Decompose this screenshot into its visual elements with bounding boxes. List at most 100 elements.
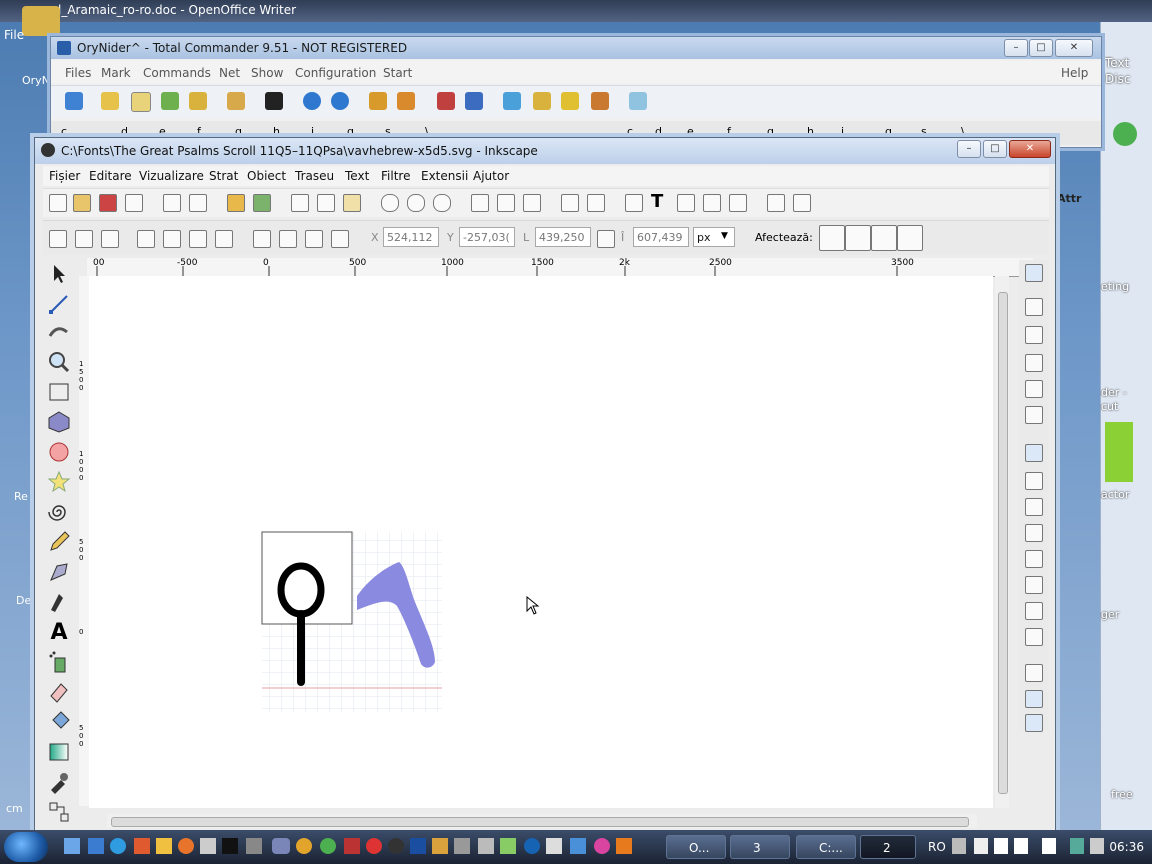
raise-icon[interactable] — [305, 230, 323, 248]
height-field[interactable]: 607,439 — [633, 227, 689, 247]
rotate-ccw-icon[interactable] — [137, 230, 155, 248]
app-icon[interactable] — [1113, 122, 1137, 146]
close-button[interactable]: ✕ — [1055, 39, 1093, 57]
search-icon[interactable] — [503, 92, 521, 110]
tray-icon[interactable] — [952, 838, 966, 854]
open-icon[interactable] — [73, 194, 91, 212]
app-icon[interactable] — [344, 838, 360, 854]
app-icon[interactable] — [200, 838, 216, 854]
raise-top-icon[interactable] — [331, 230, 349, 248]
snap-bbox-icon[interactable] — [1025, 298, 1043, 316]
pen-tool-icon[interactable] — [47, 560, 71, 584]
opera-icon[interactable] — [366, 838, 382, 854]
menu-help[interactable]: Help — [1061, 66, 1088, 80]
zoom-selection-icon[interactable] — [381, 194, 399, 212]
inkscape-icon[interactable] — [388, 838, 404, 854]
pencil-tool-icon[interactable] — [47, 530, 71, 554]
app-icon[interactable] — [546, 838, 562, 854]
refresh-icon[interactable] — [65, 92, 83, 110]
menu-commands[interactable]: Commands — [143, 66, 211, 80]
layers-icon[interactable] — [677, 194, 695, 212]
copy-icon[interactable] — [291, 194, 309, 212]
snap-center-icon[interactable] — [1025, 602, 1043, 620]
rectangle-tool-icon[interactable] — [47, 380, 71, 404]
scale-corners-icon[interactable] — [845, 225, 871, 251]
brief-view-icon[interactable] — [101, 92, 119, 110]
app-icon[interactable] — [454, 838, 470, 854]
taskbar-button-inkscape[interactable]: 2 — [860, 835, 916, 859]
lower-icon[interactable] — [279, 230, 297, 248]
menu-obiect[interactable]: Obiect — [247, 169, 286, 183]
undo-icon[interactable] — [227, 194, 245, 212]
url-icon[interactable] — [465, 92, 483, 110]
taskbar-button-openoffice[interactable]: O... — [666, 835, 726, 859]
menu-files[interactable]: Files — [65, 66, 91, 80]
menu-editare[interactable]: Editare — [89, 169, 132, 183]
calligraphy-tool-icon[interactable] — [47, 590, 71, 614]
php-icon[interactable] — [272, 838, 290, 854]
snap-grid-icon[interactable] — [1025, 690, 1043, 708]
scroll-thumb[interactable] — [998, 292, 1008, 794]
cmd-icon[interactable] — [222, 838, 238, 854]
node-tool-icon[interactable] — [47, 292, 71, 316]
text-tool-icon[interactable]: A — [47, 620, 71, 645]
chevron-down-icon[interactable]: ▼ — [721, 231, 728, 241]
snap-bbox-mid-icon[interactable] — [1025, 380, 1043, 398]
minimize-button[interactable]: – — [957, 140, 981, 158]
duplicate-icon[interactable] — [471, 194, 489, 212]
menu-vizualizare[interactable]: Vizualizare — [139, 169, 204, 183]
pack-icon[interactable] — [369, 92, 387, 110]
snap-bbox-edge-icon[interactable] — [1025, 326, 1043, 344]
tree-icon[interactable] — [189, 92, 207, 110]
gradient-tool-icon[interactable] — [47, 740, 71, 764]
app-icon[interactable] — [500, 838, 516, 854]
firefox-icon[interactable] — [178, 838, 194, 854]
tray-icon[interactable] — [974, 838, 988, 854]
rename-icon[interactable] — [533, 92, 551, 110]
unit-select[interactable]: px — [693, 227, 735, 247]
snap-toggle-icon[interactable] — [1025, 264, 1043, 282]
app-icon[interactable] — [410, 838, 426, 854]
y-field[interactable]: -257,03( — [459, 227, 515, 247]
explorer-icon[interactable] — [88, 838, 104, 854]
tray-icon[interactable] — [1042, 838, 1056, 854]
lower-bottom-icon[interactable] — [253, 230, 271, 248]
zoom-tool-icon[interactable] — [47, 350, 71, 374]
menu-net[interactable]: Net — [219, 66, 240, 80]
rotate-cw-icon[interactable] — [163, 230, 181, 248]
menu-start[interactable]: Start — [383, 66, 412, 80]
notepad-icon[interactable] — [629, 92, 647, 110]
app-icon[interactable] — [134, 838, 150, 854]
new-document-icon[interactable] — [49, 194, 67, 212]
app-icon[interactable] — [432, 838, 448, 854]
snap-smooth-icon[interactable] — [1025, 550, 1043, 568]
flip-vertical-icon[interactable] — [215, 230, 233, 248]
menu-filtre[interactable]: Filtre — [381, 169, 410, 183]
menu-configuration[interactable]: Configuration — [295, 66, 376, 80]
spray-tool-icon[interactable] — [47, 650, 71, 674]
taskbar-button-commander[interactable]: C:... — [796, 835, 856, 859]
drawing-canvas[interactable] — [89, 276, 993, 808]
snap-intersection-icon[interactable] — [1025, 498, 1043, 516]
menu-strat[interactable]: Strat — [209, 169, 238, 183]
snap-page-icon[interactable] — [1025, 664, 1043, 682]
menu-text[interactable]: Text — [345, 169, 369, 183]
paste-icon[interactable] — [343, 194, 361, 212]
redo-icon[interactable] — [253, 194, 271, 212]
app-icon[interactable] — [246, 838, 262, 854]
forward-icon[interactable] — [331, 92, 349, 110]
full-view-icon[interactable] — [131, 92, 151, 112]
clone-icon[interactable] — [497, 194, 515, 212]
dropper-tool-icon[interactable] — [47, 770, 71, 794]
tray-icon[interactable] — [1014, 838, 1028, 854]
cut-icon[interactable] — [317, 194, 335, 212]
menu-extensii[interactable]: Extensii — [421, 169, 468, 183]
network-icon[interactable] — [1070, 838, 1084, 854]
show-desktop-icon[interactable] — [64, 838, 80, 854]
menu-traseu[interactable]: Traseu — [295, 169, 334, 183]
horizontal-scrollbar[interactable] — [107, 814, 977, 828]
vertical-scrollbar[interactable] — [995, 276, 1009, 808]
snap-bbox-center-icon[interactable] — [1025, 406, 1043, 424]
clock[interactable]: 06:36 — [1109, 840, 1144, 854]
close-button[interactable]: ✕ — [1009, 140, 1051, 158]
